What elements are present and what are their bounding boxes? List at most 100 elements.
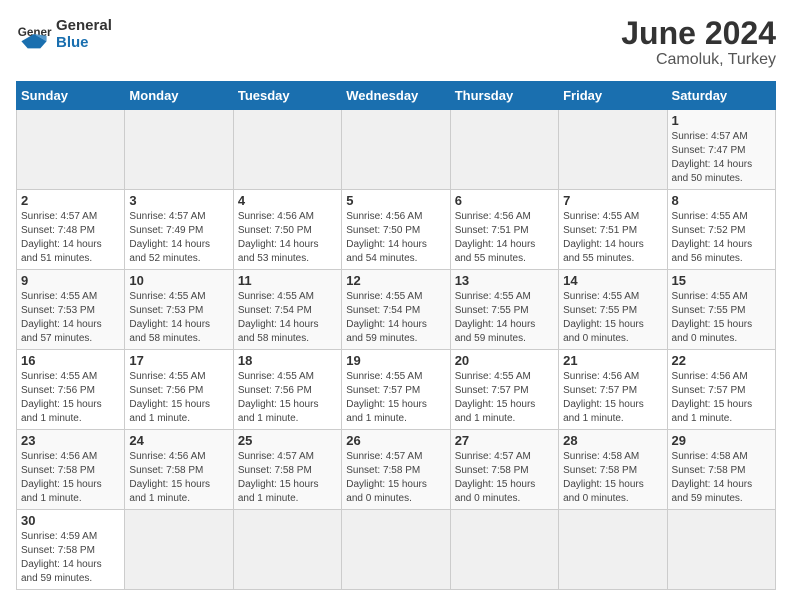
header-monday: Monday [125,82,233,110]
day-cell: 18Sunrise: 4:55 AM Sunset: 7:56 PM Dayli… [233,350,341,430]
header-friday: Friday [559,82,667,110]
day-cell: 14 Sunrise: 4:55 AM Sunset: 7:55 PM Dayli… [559,270,667,350]
day-number: 7 [563,193,662,208]
day-info: Sunrise: 4:58 AM Sunset: 7:58 PM Dayligh… [563,450,662,506]
day-info: Sunrise: 4:55 AM Sunset: 7:51 PM Dayligh… [563,210,662,266]
page-header: General General Blue June 2024 Camoluk, … [16,16,776,69]
logo: General General Blue [16,16,112,52]
day-info: Sunrise: 4:56 AM Sunset: 7:57 PM Dayligh… [672,370,771,426]
day-cell: 6Sunrise: 4:56 AM Sunset: 7:51 PM Daylig… [450,190,558,270]
day-info: Sunrise: 4:55 AM Sunset: 7:57 PM Dayligh… [455,370,554,426]
day-info: Sunrise: 4:57 AM Sunset: 7:58 PM Dayligh… [346,450,445,506]
day-cell [667,510,775,590]
header-saturday: Saturday [667,82,775,110]
day-number: 27 [455,433,554,448]
day-number: 17 [129,353,228,368]
day-number: 26 [346,433,445,448]
day-info: Sunrise: 4:56 AM Sunset: 7:51 PM Dayligh… [455,210,554,266]
day-cell: 21 Sunrise: 4:56 AM Sunset: 7:57 PM Dayli… [559,350,667,430]
day-number: 24 [129,433,228,448]
day-number: 14 [563,273,662,288]
week-row-1: 2 Sunrise: 4:57 AM Sunset: 7:48 PM Daylig… [17,190,776,270]
day-cell [17,110,125,190]
day-cell: 2 Sunrise: 4:57 AM Sunset: 7:48 PM Daylig… [17,190,125,270]
title-block: June 2024 Camoluk, Turkey [621,16,776,69]
day-cell [342,510,450,590]
day-cell: 13Sunrise: 4:55 AM Sunset: 7:55 PM Dayli… [450,270,558,350]
logo-general: General [56,17,112,34]
day-info: Sunrise: 4:59 AM Sunset: 7:58 PM Dayligh… [21,530,120,586]
day-cell: 20 Sunrise: 4:55 AM Sunset: 7:57 PM Dayli… [450,350,558,430]
day-info: Sunrise: 4:55 AM Sunset: 7:52 PM Dayligh… [672,210,771,266]
day-number: 25 [238,433,337,448]
day-cell: 27Sunrise: 4:57 AM Sunset: 7:58 PM Dayli… [450,430,558,510]
day-cell: 19 Sunrise: 4:55 AM Sunset: 7:57 PM Dayli… [342,350,450,430]
day-number: 2 [21,193,120,208]
day-cell [450,110,558,190]
day-cell: 12 Sunrise: 4:55 AM Sunset: 7:54 PM Dayli… [342,270,450,350]
day-cell [559,110,667,190]
day-cell: 10Sunrise: 4:55 AM Sunset: 7:53 PM Dayli… [125,270,233,350]
day-info: Sunrise: 4:56 AM Sunset: 7:50 PM Dayligh… [238,210,337,266]
day-info: Sunrise: 4:55 AM Sunset: 7:54 PM Dayligh… [238,290,337,346]
day-number: 23 [21,433,120,448]
day-cell: 7 Sunrise: 4:55 AM Sunset: 7:51 PM Daylig… [559,190,667,270]
day-cell: 9Sunrise: 4:55 AM Sunset: 7:53 PM Daylig… [17,270,125,350]
day-cell: 29 Sunrise: 4:58 AM Sunset: 7:58 PM Dayli… [667,430,775,510]
day-info: Sunrise: 4:55 AM Sunset: 7:54 PM Dayligh… [346,290,445,346]
day-info: Sunrise: 4:57 AM Sunset: 7:47 PM Dayligh… [672,130,771,186]
week-row-2: 9Sunrise: 4:55 AM Sunset: 7:53 PM Daylig… [17,270,776,350]
day-cell [125,510,233,590]
day-cell: 8 Sunrise: 4:55 AM Sunset: 7:52 PM Daylig… [667,190,775,270]
day-cell: 30 Sunrise: 4:59 AM Sunset: 7:58 PM Dayli… [17,510,125,590]
day-number: 19 [346,353,445,368]
day-cell: 11 Sunrise: 4:55 AM Sunset: 7:54 PM Dayli… [233,270,341,350]
day-number: 12 [346,273,445,288]
day-number: 8 [672,193,771,208]
week-row-5: 30 Sunrise: 4:59 AM Sunset: 7:58 PM Dayli… [17,510,776,590]
day-info: Sunrise: 4:57 AM Sunset: 7:48 PM Dayligh… [21,210,120,266]
logo-blue: Blue [56,34,112,51]
header-sunday: Sunday [17,82,125,110]
day-number: 28 [563,433,662,448]
day-number: 15 [672,273,771,288]
day-info: Sunrise: 4:57 AM Sunset: 7:58 PM Dayligh… [238,450,337,506]
calendar-table: SundayMondayTuesdayWednesdayThursdayFrid… [16,81,776,590]
day-cell: 28 Sunrise: 4:58 AM Sunset: 7:58 PM Dayli… [559,430,667,510]
day-info: Sunrise: 4:56 AM Sunset: 7:57 PM Dayligh… [563,370,662,426]
month-year: June 2024 [621,16,776,51]
day-info: Sunrise: 4:55 AM Sunset: 7:53 PM Dayligh… [129,290,228,346]
day-info: Sunrise: 4:55 AM Sunset: 7:55 PM Dayligh… [563,290,662,346]
day-info: Sunrise: 4:55 AM Sunset: 7:57 PM Dayligh… [346,370,445,426]
day-cell: 24Sunrise: 4:56 AM Sunset: 7:58 PM Dayli… [125,430,233,510]
header-row: SundayMondayTuesdayWednesdayThursdayFrid… [17,82,776,110]
day-cell: 1Sunrise: 4:57 AM Sunset: 7:47 PM Daylig… [667,110,775,190]
day-number: 13 [455,273,554,288]
day-number: 5 [346,193,445,208]
location: Camoluk, Turkey [621,51,776,69]
day-info: Sunrise: 4:55 AM Sunset: 7:55 PM Dayligh… [672,290,771,346]
day-cell [450,510,558,590]
day-cell [342,110,450,190]
day-number: 16 [21,353,120,368]
day-number: 29 [672,433,771,448]
day-number: 18 [238,353,337,368]
header-tuesday: Tuesday [233,82,341,110]
day-info: Sunrise: 4:58 AM Sunset: 7:58 PM Dayligh… [672,450,771,506]
day-number: 30 [21,513,120,528]
week-row-3: 16 Sunrise: 4:55 AM Sunset: 7:56 PM Dayli… [17,350,776,430]
day-number: 22 [672,353,771,368]
day-number: 20 [455,353,554,368]
day-info: Sunrise: 4:57 AM Sunset: 7:49 PM Dayligh… [129,210,228,266]
day-cell [125,110,233,190]
day-cell [559,510,667,590]
day-info: Sunrise: 4:55 AM Sunset: 7:56 PM Dayligh… [21,370,120,426]
day-number: 11 [238,273,337,288]
day-cell: 25 Sunrise: 4:57 AM Sunset: 7:58 PM Dayli… [233,430,341,510]
day-cell: 23Sunrise: 4:56 AM Sunset: 7:58 PM Dayli… [17,430,125,510]
week-row-4: 23Sunrise: 4:56 AM Sunset: 7:58 PM Dayli… [17,430,776,510]
day-number: 21 [563,353,662,368]
day-number: 3 [129,193,228,208]
header-wednesday: Wednesday [342,82,450,110]
day-cell: 3 Sunrise: 4:57 AM Sunset: 7:49 PM Daylig… [125,190,233,270]
